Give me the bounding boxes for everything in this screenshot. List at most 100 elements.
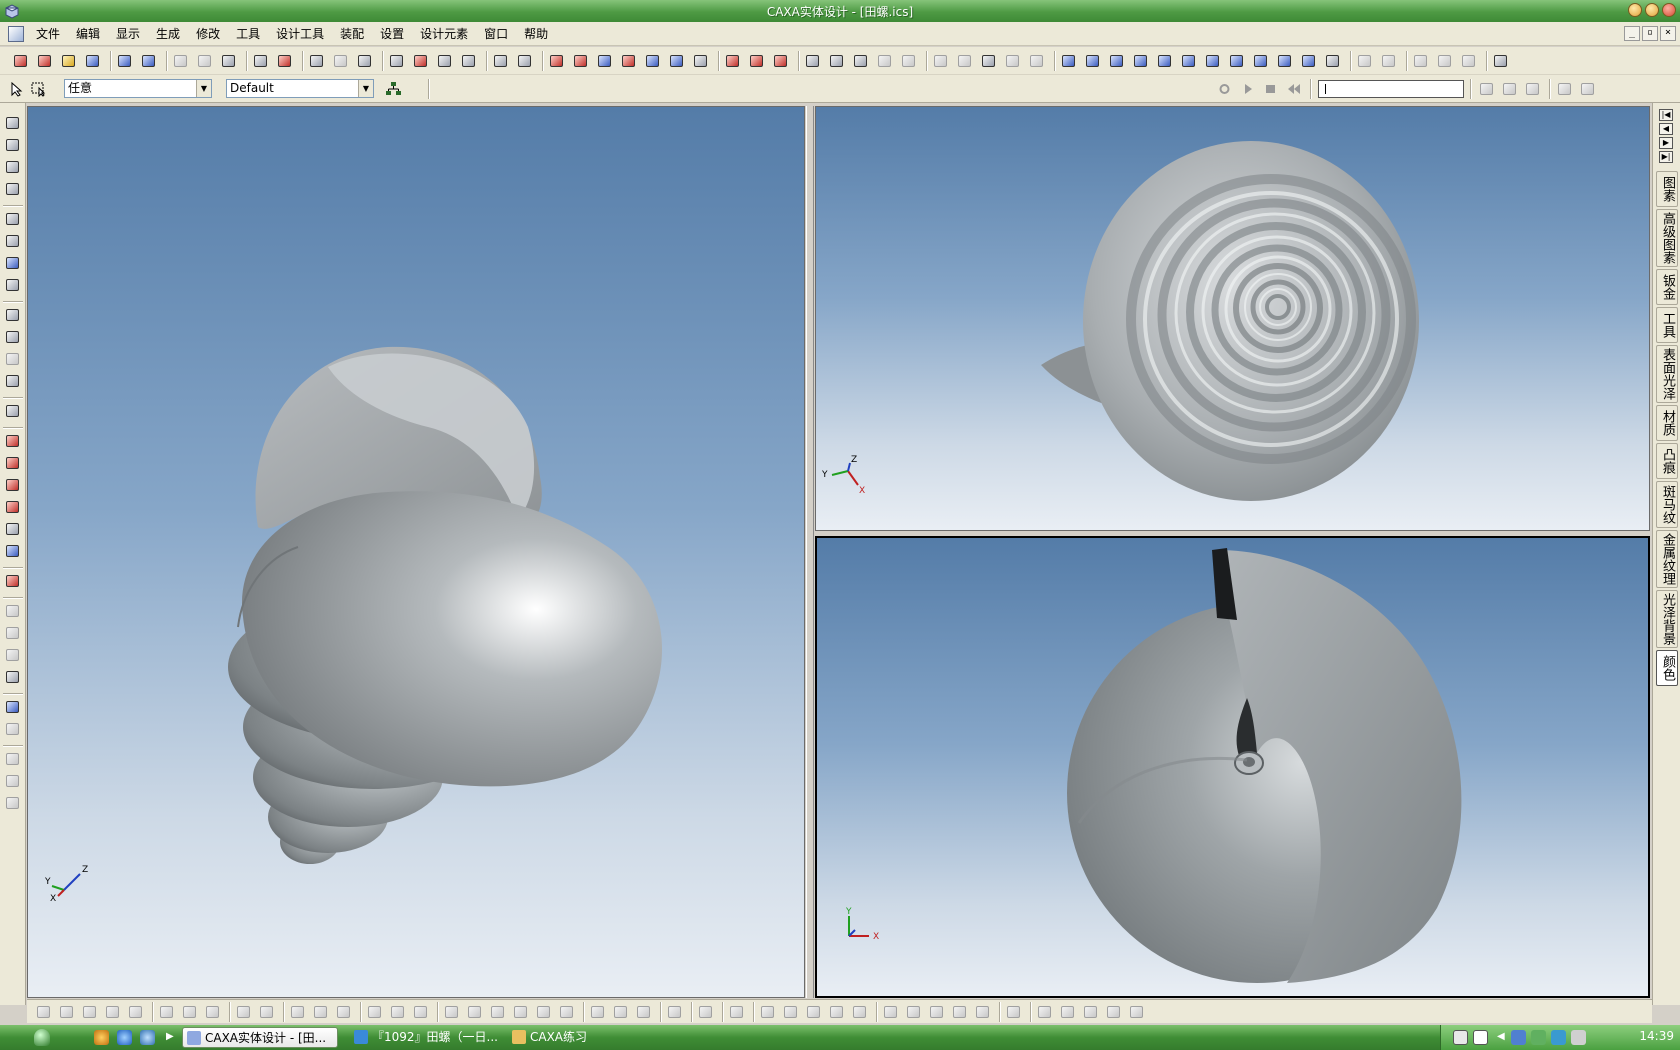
- bspline-icon[interactable]: [666, 1004, 683, 1020]
- constraint-icon[interactable]: [366, 1004, 383, 1020]
- animation-slider[interactable]: [1318, 80, 1464, 98]
- system-clock[interactable]: 14:39: [1639, 1029, 1674, 1043]
- tool-3-icon[interactable]: [4, 795, 21, 811]
- chevron-right-icon[interactable]: ▶: [166, 1031, 174, 1042]
- front-view-viewport[interactable]: Y X: [815, 536, 1650, 998]
- eyedropper-icon[interactable]: [4, 699, 21, 715]
- slope-icon[interactable]: [974, 1004, 991, 1020]
- face-icon[interactable]: [4, 603, 21, 619]
- select-arrow-icon[interactable]: [8, 81, 25, 97]
- new-design-icon[interactable]: [36, 53, 53, 69]
- view-left-icon[interactable]: [1156, 53, 1173, 69]
- coincident-icon[interactable]: [928, 1004, 945, 1020]
- align-icon[interactable]: [572, 53, 589, 69]
- document-icon[interactable]: [8, 26, 24, 42]
- tangent-icon[interactable]: [312, 1004, 329, 1020]
- animation-properties-icon[interactable]: [1556, 81, 1573, 97]
- angle-icon[interactable]: [951, 1004, 968, 1020]
- boolean-intersect-icon[interactable]: [772, 53, 789, 69]
- face-delete-icon[interactable]: [980, 53, 997, 69]
- animation-export-icon[interactable]: [1579, 81, 1596, 97]
- section-icon[interactable]: [1300, 53, 1317, 69]
- diagonal-icon[interactable]: [1005, 1004, 1022, 1020]
- circle-icon[interactable]: [443, 1004, 460, 1020]
- group-icon[interactable]: [1380, 53, 1397, 69]
- project-icon[interactable]: [258, 1004, 275, 1020]
- spline-icon[interactable]: [104, 1004, 121, 1020]
- tab-7[interactable]: 斑马纹: [1656, 481, 1678, 528]
- menu-item-5[interactable]: 工具: [228, 26, 268, 42]
- taskbar-button-2[interactable]: CAXA练习: [508, 1027, 628, 1048]
- tangent-constraint-icon[interactable]: [905, 1004, 922, 1020]
- section-plane-icon[interactable]: [4, 433, 21, 449]
- loft-icon[interactable]: [460, 53, 477, 69]
- boolean-add-icon[interactable]: [724, 53, 741, 69]
- vertical-splitter[interactable]: [806, 106, 814, 998]
- triball-icon[interactable]: [668, 53, 685, 69]
- fix-icon[interactable]: [851, 1004, 868, 1020]
- options-icon[interactable]: [1492, 53, 1509, 69]
- tab-6[interactable]: 凸痕: [1656, 443, 1678, 479]
- chamfer-icon[interactable]: [852, 53, 869, 69]
- edge-icon[interactable]: [4, 625, 21, 641]
- trim-icon[interactable]: [204, 1004, 221, 1020]
- face-move-icon[interactable]: [932, 53, 949, 69]
- view-right-icon[interactable]: [1180, 53, 1197, 69]
- array-icon[interactable]: [620, 53, 637, 69]
- render-style-2-icon[interactable]: [1436, 53, 1453, 69]
- quicklaunch-icon[interactable]: [140, 1030, 155, 1045]
- sweep-icon[interactable]: [436, 53, 453, 69]
- menu-item-0[interactable]: 文件: [28, 26, 68, 42]
- tab-4[interactable]: 表面光泽: [1656, 345, 1678, 403]
- render-style-1-icon[interactable]: [1412, 53, 1429, 69]
- extend-icon[interactable]: [181, 1004, 198, 1020]
- chain-icon[interactable]: [389, 1004, 406, 1020]
- text-icon[interactable]: [492, 53, 509, 69]
- snap-icon[interactable]: [58, 1004, 75, 1020]
- tilt-icon[interactable]: [4, 159, 21, 175]
- face-cover-icon[interactable]: [1004, 53, 1021, 69]
- view-top-icon[interactable]: [1108, 53, 1125, 69]
- measure-icon[interactable]: [1324, 53, 1341, 69]
- tab-5[interactable]: 材质: [1656, 405, 1678, 441]
- doc-minimize-button[interactable]: _: [1624, 26, 1640, 41]
- split-icon[interactable]: [900, 53, 917, 69]
- close-sketch-icon[interactable]: [1128, 1004, 1145, 1020]
- volume-icon[interactable]: [1571, 1030, 1586, 1045]
- camera-icon[interactable]: [4, 329, 21, 345]
- shell-icon[interactable]: [804, 53, 821, 69]
- render-style-3-icon[interactable]: [1460, 53, 1477, 69]
- camera-icon[interactable]: [356, 53, 373, 69]
- minimize-button[interactable]: [1628, 3, 1642, 17]
- prev-page-icon[interactable]: ◀: [1659, 123, 1673, 135]
- boolean-subtract-icon[interactable]: [748, 53, 765, 69]
- arc-3-icon[interactable]: [612, 1004, 629, 1020]
- doc-restore-button[interactable]: ▫: [1642, 26, 1658, 41]
- menu-item-9[interactable]: 设计元素: [412, 26, 476, 42]
- center-view-icon[interactable]: [4, 277, 21, 293]
- ellipse-icon[interactable]: [512, 1004, 529, 1020]
- new-file-icon[interactable]: [12, 53, 29, 69]
- fillet-icon[interactable]: [828, 53, 845, 69]
- move-view-icon[interactable]: [4, 115, 21, 131]
- side-view-icon[interactable]: [4, 499, 21, 515]
- annotation-icon[interactable]: [4, 573, 21, 589]
- pan-icon[interactable]: [388, 53, 405, 69]
- menu-item-6[interactable]: 设计工具: [268, 26, 332, 42]
- corner-icon[interactable]: [697, 1004, 714, 1020]
- dimension-icon[interactable]: [516, 53, 533, 69]
- mirror-line-icon[interactable]: [1082, 1004, 1099, 1020]
- rewind-icon[interactable]: [1285, 81, 1302, 97]
- layer-icon[interactable]: [1356, 53, 1373, 69]
- menu-item-3[interactable]: 生成: [148, 26, 188, 42]
- main-3d-viewport[interactable]: Z Y X: [27, 106, 805, 998]
- zoom-object-icon[interactable]: [4, 255, 21, 271]
- zoom-icon[interactable]: [4, 211, 21, 227]
- animation-tool-icon[interactable]: [1478, 81, 1495, 97]
- tab-3[interactable]: 工具: [1656, 307, 1678, 343]
- keyboard-icon[interactable]: [1453, 1030, 1468, 1045]
- circle-2-icon[interactable]: [466, 1004, 483, 1020]
- menu-item-8[interactable]: 设置: [372, 26, 412, 42]
- chevron-left-icon[interactable]: ◀: [1497, 1031, 1505, 1042]
- h-constraint-icon[interactable]: [759, 1004, 776, 1020]
